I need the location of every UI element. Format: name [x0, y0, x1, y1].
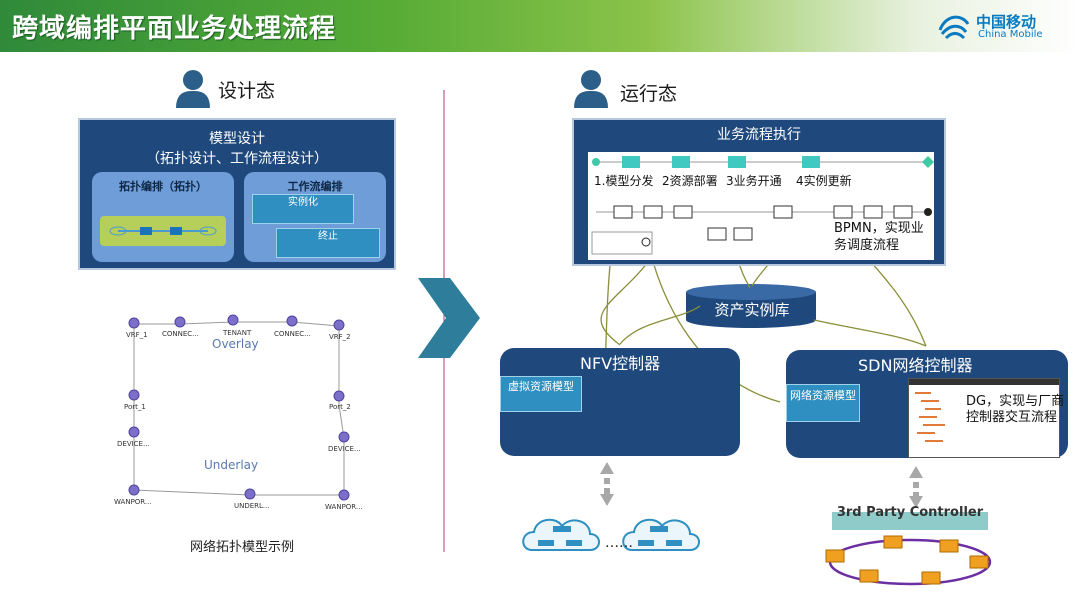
dg-description: DG，实现与厂商控制器交互流程: [966, 394, 1065, 425]
topology-node: [128, 426, 140, 438]
workflow-terminate-label: 终止: [318, 231, 338, 242]
model-design-title: 模型设计: [209, 131, 265, 147]
topology-panel: 拓扑编排（拓扑）: [92, 172, 234, 262]
topology-caption: 网络拓扑模型示例: [190, 540, 295, 555]
third-party-controller-label: 3rd Party Controller: [836, 505, 984, 520]
vertical-double-arrow-right: [909, 466, 923, 508]
topology-node: [244, 488, 256, 500]
design-state-label: 设计态: [218, 80, 276, 102]
topology-node: [128, 317, 140, 329]
design-person-icon: [176, 70, 210, 108]
topology-preview-graphic: [109, 226, 217, 236]
workflow-instantiate-tab: 实例化: [252, 194, 354, 224]
cloud-ellipsis: ……: [605, 535, 633, 551]
vertical-double-arrow-left: [600, 462, 614, 506]
asset-database-label: 资产实例库: [714, 301, 790, 319]
topology-node: [128, 389, 140, 401]
cloud-icon-2: [622, 518, 700, 551]
underlay-label: Underlay: [204, 458, 259, 472]
overlay-label: Overlay: [212, 337, 259, 351]
topology-node-label: DEVICE...: [328, 445, 361, 453]
bpmn-step-3: 3业务开通: [726, 174, 782, 188]
nfv-controller-title: NFV控制器: [580, 354, 661, 373]
network-resource-model: 网络资源模型: [786, 384, 860, 422]
topology-node-label: VRF_1: [126, 331, 148, 339]
topology-node-label: CONNEC...: [274, 330, 311, 338]
topology-node-label: Port_2: [329, 403, 351, 411]
workflow-panel-label: 工作流编排: [287, 180, 343, 193]
bpmn-panel: 1.模型分发 2资源部署 3业务开通 4实例更新 BPMN，实现业务调度流程: [588, 152, 934, 260]
runtime-person-icon: [574, 70, 608, 108]
diagram-canvas: [128, 70, 992, 586]
dg-panel-titlebar: [909, 379, 1059, 385]
sdn-controller-title: SDN网络控制器: [858, 356, 973, 375]
nfv-controller-box: NFV控制器 虚拟资源模型: [500, 348, 740, 456]
virtual-resource-model: 虚拟资源模型: [500, 376, 582, 412]
cloud-icon-1: [522, 518, 600, 551]
topology-node-label: WANPOR...: [114, 498, 152, 506]
topology-node-label: TENANT: [223, 329, 252, 337]
topology-node: [227, 314, 239, 326]
process-execution-title: 业务流程执行: [717, 127, 801, 143]
runtime-state-label: 运行态: [620, 83, 678, 105]
topology-node-label: VRF_2: [329, 333, 351, 341]
topology-node-label: Port_1: [124, 403, 146, 411]
process-execution-box: 业务流程执行 1.模型分发 2资源部署 3业务开通 4实例更新 BPMN，实现业…: [572, 118, 946, 266]
topology-node: [338, 489, 350, 501]
ring-network-icon: [825, 535, 992, 586]
topology-panel-label: 拓扑编排（拓扑）: [119, 180, 207, 193]
model-design-box: 模型设计 （拓扑设计、工作流程设计） 拓扑编排（拓扑） 工作流编排 实例化 终止: [78, 118, 396, 270]
topology-node: [338, 431, 350, 443]
topology-node: [333, 319, 345, 331]
topology-node-label: DEVICE...: [117, 440, 150, 448]
topology-node: [333, 390, 345, 402]
virtual-resource-model-label: 虚拟资源模型: [508, 380, 574, 393]
network-resource-model-label: 网络资源模型: [790, 389, 856, 402]
model-design-subtitle: （拓扑设计、工作流程设计）: [146, 151, 328, 167]
topology-node-label: UNDERL...: [234, 502, 270, 510]
workflow-instantiate-label: 实例化: [288, 197, 318, 208]
dg-flow-graphic: [915, 392, 945, 442]
bpmn-step-2: 2资源部署: [662, 174, 718, 188]
topology-node-label: CONNEC...: [162, 330, 199, 338]
bpmn-description: BPMN，实现业务调度流程: [834, 221, 924, 253]
topology-node: [128, 484, 140, 496]
bpmn-step-4: 4实例更新: [796, 174, 852, 188]
workflow-terminate-tab: 终止: [276, 228, 380, 258]
topology-preview: [100, 216, 226, 246]
topology-node: [286, 315, 298, 327]
transition-arrow: [418, 278, 480, 358]
bpmn-step-1: 1.模型分发: [594, 174, 654, 188]
topology-node-label: WANPOR...: [325, 503, 363, 511]
workflow-panel: 工作流编排 实例化 终止: [244, 172, 386, 262]
topology-node: [174, 316, 186, 328]
